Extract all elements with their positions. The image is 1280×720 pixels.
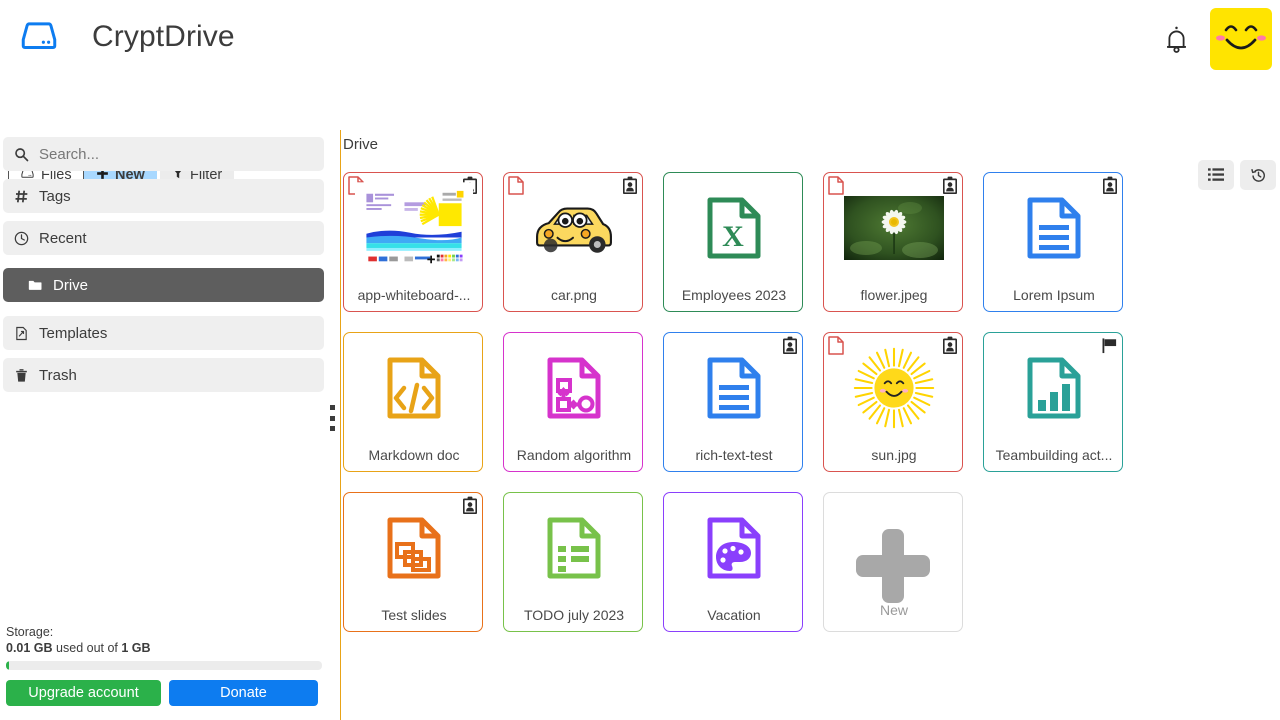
- file-thumbnail: [504, 333, 644, 443]
- sidebar-resize-handle[interactable]: [328, 405, 337, 431]
- file-card[interactable]: flower.jpeg: [823, 172, 963, 312]
- file-card[interactable]: car.png: [503, 172, 643, 312]
- hash-icon: [13, 188, 30, 205]
- search-input[interactable]: Search...: [3, 137, 324, 171]
- file-thumbnail: [824, 333, 964, 443]
- sidebar-item-label: Recent: [39, 229, 87, 247]
- brand: CryptDrive: [18, 16, 235, 58]
- drag-dot: [330, 405, 335, 410]
- sidebar-item-label: Drive: [53, 276, 89, 294]
- sidebar-item-trash[interactable]: Trash: [3, 358, 324, 392]
- storage-total: 1 GB: [121, 641, 151, 655]
- file-card[interactable]: Lorem Ipsum: [983, 172, 1123, 312]
- file-name-label: Markdown doc: [368, 447, 460, 463]
- avatar[interactable]: [1210, 8, 1272, 70]
- file-thumbnail: [984, 173, 1124, 283]
- file-thumbnail: [504, 173, 644, 283]
- file-name-label: car.png: [551, 287, 597, 303]
- storage-title: Storage:: [6, 625, 54, 639]
- storage-section: Storage: 0.01 GB used out of 1 GB Upgrad…: [6, 625, 324, 706]
- storage-progress-bar: [6, 661, 322, 670]
- file-card[interactable]: rich-text-test: [663, 332, 803, 472]
- file-grid: app-whiteboard-... car.png X Employees 2023…: [343, 172, 1143, 632]
- storage-buttons: Upgrade account Donate: [6, 680, 324, 706]
- svg-text:X: X: [722, 220, 744, 253]
- template-icon: [13, 325, 30, 342]
- file-card[interactable]: Vacation: [663, 492, 803, 632]
- main-content: Drive app-whiteboard-... car.png X Employee…: [341, 130, 1280, 720]
- file-name-label: Employees 2023: [681, 287, 787, 303]
- file-thumbnail: [344, 333, 484, 443]
- file-thumbnail: [664, 493, 804, 603]
- sidebar-item-label: Search...: [39, 145, 100, 163]
- sidebar-item-recent[interactable]: Recent: [3, 221, 324, 255]
- app-header: CryptDrive: [0, 0, 1280, 78]
- file-thumbnail: [824, 173, 964, 283]
- file-card[interactable]: Test slides: [343, 492, 483, 632]
- file-thumbnail: [344, 173, 484, 283]
- folder-icon: [27, 277, 44, 294]
- file-name-label: Vacation: [707, 607, 761, 623]
- file-name-label: Teambuilding act...: [995, 447, 1113, 463]
- file-card[interactable]: Random algorithm: [503, 332, 643, 472]
- new-file-label: New: [879, 602, 908, 618]
- file-thumbnail: [984, 333, 1124, 443]
- toolbar: Files New Filter: [0, 78, 1280, 190]
- trash-icon: [13, 367, 30, 384]
- storage-used: 0.01 GB: [6, 641, 53, 655]
- file-thumbnail: X: [664, 173, 804, 283]
- sidebar-item-templates[interactable]: Templates: [3, 316, 324, 350]
- new-file-card[interactable]: New: [823, 492, 963, 632]
- sidebar-item-label: Trash: [39, 366, 77, 384]
- upgrade-account-button[interactable]: Upgrade account: [6, 680, 161, 706]
- file-card[interactable]: Teambuilding act...: [983, 332, 1123, 472]
- breadcrumb: Drive: [343, 136, 379, 153]
- sidebar-item-drive[interactable]: Drive: [3, 268, 324, 302]
- file-thumbnail: [664, 333, 804, 443]
- file-card[interactable]: Markdown doc: [343, 332, 483, 472]
- donate-button[interactable]: Donate: [169, 680, 318, 706]
- search-icon: [13, 146, 30, 163]
- sidebar-item-tags[interactable]: Tags: [3, 179, 324, 213]
- file-thumbnail: [344, 493, 484, 603]
- storage-progress-fill: [6, 661, 10, 670]
- plus-icon: [856, 529, 930, 603]
- file-name-label: sun.jpg: [871, 447, 917, 463]
- drag-dot: [330, 426, 335, 431]
- file-thumbnail: [504, 493, 644, 603]
- storage-middle-text: used out of: [52, 641, 122, 655]
- file-name-label: Random algorithm: [516, 447, 632, 463]
- sidebar-item-label: Templates: [39, 324, 108, 342]
- sidebar-item-label: Tags: [39, 187, 71, 205]
- file-name-label: rich-text-test: [695, 447, 773, 463]
- file-card[interactable]: app-whiteboard-...: [343, 172, 483, 312]
- file-name-label: flower.jpeg: [860, 287, 928, 303]
- file-name-label: TODO july 2023: [523, 607, 625, 623]
- file-name-label: Test slides: [381, 607, 447, 623]
- storage-usage: 0.01 GB used out of 1 GB: [6, 641, 324, 655]
- drive-icon: [18, 16, 60, 58]
- drag-dot: [330, 415, 335, 421]
- file-card[interactable]: sun.jpg: [823, 332, 963, 472]
- sidebar: Search... Tags Recent Drive Templates Tr…: [0, 130, 330, 720]
- file-card[interactable]: X Employees 2023: [663, 172, 803, 312]
- file-name-label: app-whiteboard-...: [357, 287, 471, 303]
- clock-icon: [13, 230, 30, 247]
- bell-icon[interactable]: [1156, 20, 1196, 60]
- file-card[interactable]: TODO july 2023: [503, 492, 643, 632]
- file-name-label: Lorem Ipsum: [1013, 287, 1095, 303]
- page-title: CryptDrive: [92, 20, 235, 53]
